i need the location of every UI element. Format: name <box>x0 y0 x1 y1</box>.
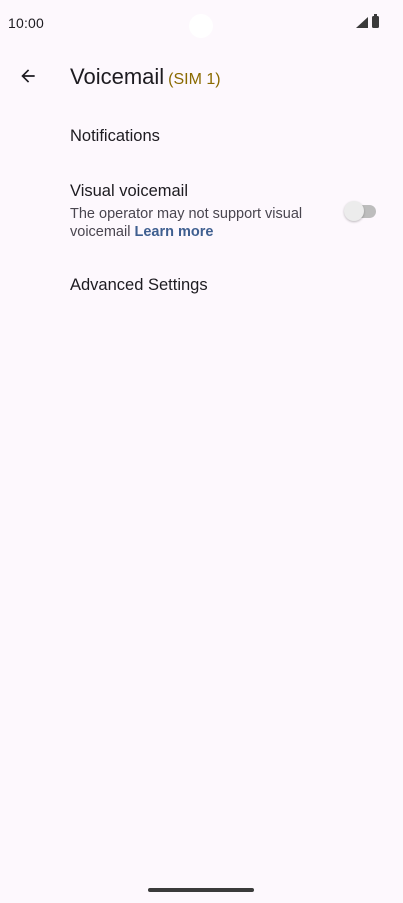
toggle-thumb <box>344 201 364 221</box>
page-title-text: Voicemail <box>70 64 165 89</box>
visual-voicemail-item[interactable]: Visual voicemail The operator may not su… <box>0 170 403 256</box>
status-icons <box>356 14 379 28</box>
app-bar: Voicemail (SIM 1) <box>0 52 403 104</box>
visual-voicemail-toggle[interactable] <box>344 201 378 221</box>
advanced-settings-title: Advanced Settings <box>70 276 208 294</box>
notifications-title: Notifications <box>70 127 160 145</box>
visual-voicemail-title: Visual voicemail <box>70 182 188 200</box>
notifications-item[interactable]: Notifications <box>0 112 403 164</box>
arrow-back-icon <box>21 69 35 83</box>
camera-cutout <box>189 14 213 38</box>
visual-voicemail-summary: The operator may not support visual voic… <box>70 206 320 241</box>
learn-more-link[interactable]: Learn more <box>134 224 213 240</box>
sim-label: (SIM 1) <box>168 71 221 88</box>
advanced-settings-item[interactable]: Advanced Settings <box>0 262 403 314</box>
status-time: 10:00 <box>8 15 45 31</box>
signal-icon <box>356 16 368 28</box>
status-bar: 10:00 <box>0 0 403 48</box>
battery-icon <box>372 14 379 28</box>
back-button[interactable] <box>10 58 46 94</box>
page-title: Voicemail (SIM 1) <box>70 64 221 90</box>
gesture-nav-handle[interactable] <box>148 888 254 892</box>
